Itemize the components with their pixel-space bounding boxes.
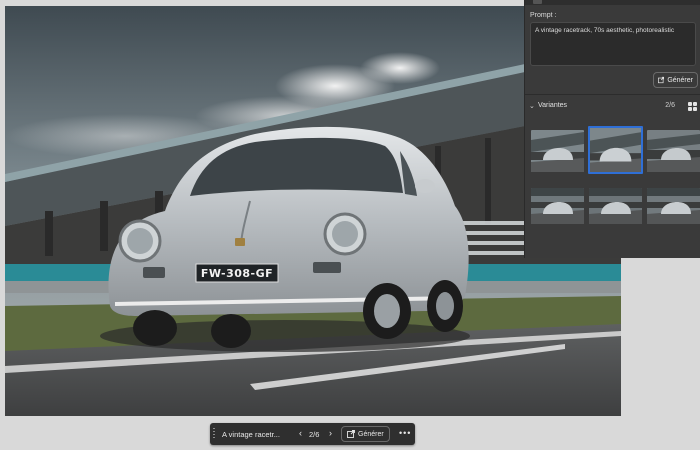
- drag-handle-icon[interactable]: [213, 428, 215, 440]
- contextual-task-bar: A vintage racetr... ‹ 2/6 › Générer •••: [210, 423, 415, 445]
- variant-image-1: [531, 130, 584, 172]
- more-icon[interactable]: •••: [399, 428, 411, 438]
- panel-generate-button[interactable]: Générer: [653, 72, 698, 88]
- panel-generate-wrapper: Générer: [653, 72, 700, 88]
- panel-topbar: [525, 0, 700, 5]
- panel-tab-icon[interactable]: [533, 0, 542, 4]
- generate-icon: [347, 430, 355, 438]
- taskbar-prompt-field[interactable]: A vintage racetr...: [222, 430, 294, 439]
- license-plate: FW-308-GF: [196, 264, 278, 282]
- panel-divider: [525, 94, 700, 95]
- variant-image-3: [647, 130, 700, 172]
- variant-thumb-1[interactable]: [531, 130, 584, 172]
- chevron-left-icon[interactable]: ‹: [299, 428, 302, 438]
- chevron-right-icon[interactable]: ›: [329, 428, 332, 438]
- generative-fill-panel: Prompt : A vintage racetrack, 70s aesthe…: [524, 0, 700, 258]
- variant-image-6: [647, 188, 700, 224]
- variants-count: 2/6: [665, 102, 675, 109]
- variant-thumb-4[interactable]: [531, 188, 584, 224]
- prompt-label: Prompt :: [530, 12, 557, 19]
- generate-icon: [658, 76, 665, 84]
- variant-thumb-5[interactable]: [589, 188, 642, 224]
- variant-image-4: [531, 188, 584, 224]
- variant-thumb-3[interactable]: [647, 130, 700, 172]
- taskbar-generate-button[interactable]: Générer: [341, 426, 390, 442]
- panel-generate-label: Générer: [667, 76, 693, 84]
- variants-title: Variantes: [538, 102, 568, 109]
- variants-header: ⌄ Variantes 2/6: [529, 102, 697, 112]
- variant-image-2: [590, 128, 641, 172]
- taskbar-generate-label: Générer: [358, 430, 384, 438]
- prompt-input[interactable]: A vintage racetrack, 70s aesthetic, phot…: [530, 22, 696, 66]
- variant-image-5: [589, 188, 642, 224]
- chevron-down-icon[interactable]: ⌄: [529, 102, 535, 110]
- grid-icon[interactable]: [688, 102, 697, 111]
- variant-thumb-6[interactable]: [647, 188, 700, 224]
- taskbar-variant-counter: 2/6: [309, 430, 320, 439]
- license-plate-text: FW-308-GF: [200, 266, 274, 280]
- variant-thumb-2-selected[interactable]: [588, 126, 643, 174]
